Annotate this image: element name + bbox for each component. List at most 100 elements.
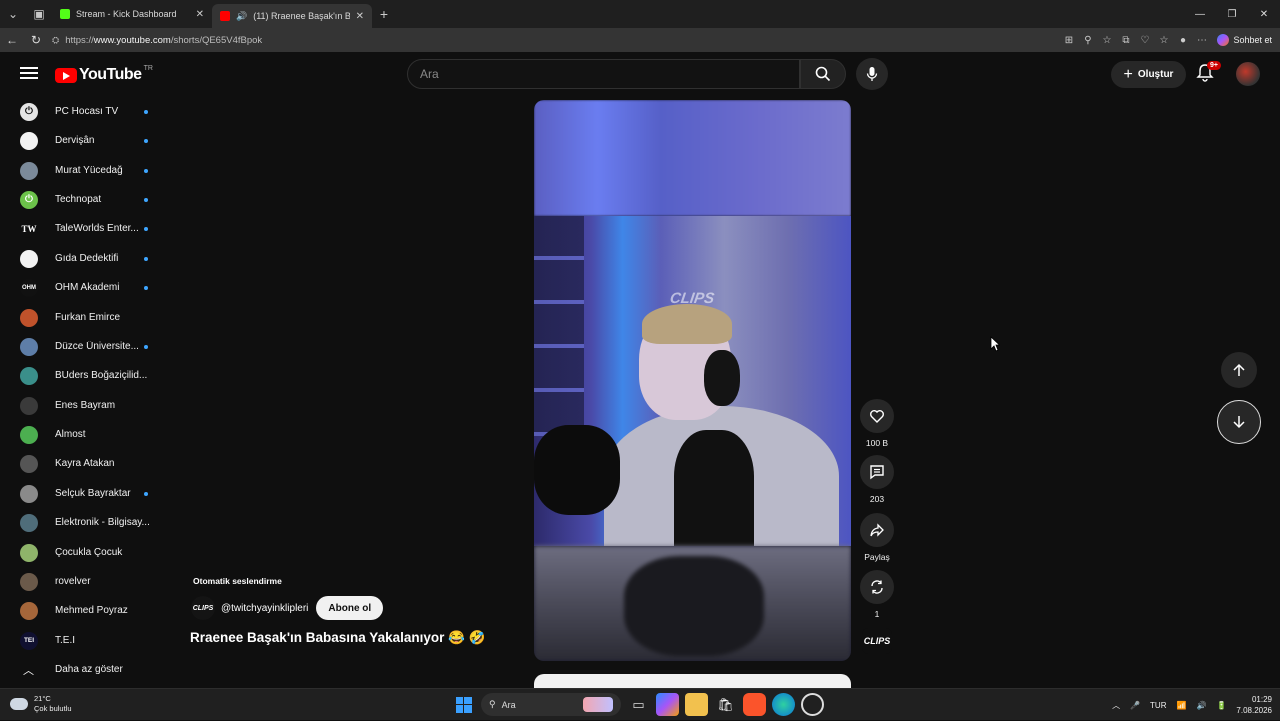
notifications-button[interactable]: 9+ [1195,61,1221,85]
remix-button[interactable] [860,570,894,604]
sidebar-item-label: Murat Yücedağ [55,165,123,176]
minimize-icon[interactable]: — [1184,0,1216,28]
share-button[interactable] [860,513,894,547]
zoom-icon[interactable]: ⚲ [1078,35,1097,46]
subscribe-button[interactable]: Abone ol [316,596,384,620]
show-less-button[interactable]: ︿ Daha az göster [0,655,160,684]
create-button[interactable]: + Oluştur [1111,61,1186,88]
sidebar-item[interactable]: TEI T.E.I [0,626,160,655]
search-input[interactable]: Ara [407,59,800,89]
sidebar-item[interactable]: Almost [0,420,160,449]
voice-search-button[interactable] [856,58,888,90]
copilot-label: Sohbet et [1233,35,1272,45]
volume-icon[interactable]: 🔊 [1196,701,1206,710]
youtube-logo[interactable]: YouTube TR [55,65,153,84]
like-count: 100 B [865,438,889,448]
show-hidden-icons-icon[interactable]: ︿ [1112,700,1120,711]
tab-label: (11) Rraenee Başak'ın Babası... [253,11,350,21]
tab-youtube-short[interactable]: 🔊 (11) Rraenee Başak'ın Babası... ✕ [212,4,372,28]
microsoft-store-icon[interactable]: 🛍 [714,693,737,716]
close-tab-icon[interactable]: ✕ [196,9,204,20]
copilot-chat-button[interactable]: Sohbet et [1217,34,1272,46]
close-window-icon[interactable]: ✕ [1248,0,1280,28]
speaker-icon[interactable]: 🔊 [236,11,247,22]
next-short-preview[interactable] [534,674,851,688]
tab-list-chevron-icon[interactable]: ⌄ [0,0,26,28]
sidebar-item[interactable]: OHM OHM Akademi [0,273,160,302]
sidebar-item[interactable]: Gıda Dedektifi [0,244,160,273]
channel-handle[interactable]: @twitchyayinklipleri [221,603,308,614]
extensions-icon[interactable]: ⧉ [1116,35,1135,46]
restore-icon[interactable]: ❐ [1216,0,1248,28]
sidebar-item[interactable]: Selçuk Bayraktar [0,479,160,508]
clock[interactable]: 01:29 7.08.2026 [1236,694,1272,716]
share-label: Paylaş [864,552,890,562]
taskbar-search[interactable]: ⚲ Ara [481,693,621,716]
short-title[interactable]: Rraenee Başak'ın Babasına Yakalanıyor 😂 … [190,630,485,646]
favorite-star-icon[interactable]: ☆ [1097,35,1116,46]
share-action: Paylaş [860,513,894,562]
sidebar-item[interactable]: Kayra Atakan [0,449,160,478]
tab-kick-dashboard[interactable]: Stream - Kick Dashboard ✕ [52,0,212,28]
back-icon[interactable]: ← [0,33,24,47]
sidebar-item[interactable]: Furkan Emirce [0,303,160,332]
sidebar-item-label: OHM Akademi [55,282,120,293]
short-video-player[interactable]: CLIPS [534,100,851,661]
workspaces-icon[interactable]: ▣ [26,0,52,28]
sound-avatar[interactable]: CLIPS [862,628,892,654]
sidebar-item[interactable]: BUders Boğaziçilid... [0,361,160,390]
weather-widget[interactable]: 21°C Çok bulutlu [10,694,72,714]
date: 7.08.2026 [1236,706,1272,715]
more-options-icon[interactable]: ⋯ [1192,35,1211,46]
sidebar-item[interactable]: Düzce Üniversite... [0,332,160,361]
sidebar-item[interactable]: Elektronik - Bilgisay... [0,508,160,537]
refresh-icon[interactable]: ↻ [24,33,48,47]
battery-icon[interactable]: 🔋 [1216,701,1226,710]
show-less-label: Daha az göster [55,664,123,675]
sidebar-item[interactable]: Mehmed Poyraz [0,596,160,625]
microphone-tray-icon[interactable]: 🎤 [1130,701,1140,710]
input-language[interactable]: TUR [1150,701,1166,710]
sidebar-item[interactable]: Çocukla Çocuk [0,538,160,567]
like-button[interactable] [860,399,894,433]
sidebar-item[interactable]: ⏻ PC Hocası TV [0,97,160,126]
video-watermark: CLIPS [668,290,716,307]
sidebar-item[interactable]: Dervişân [0,126,160,155]
task-view-icon[interactable]: ▭ [627,693,650,716]
favorites-icon[interactable]: ☆ [1154,35,1173,46]
chrome-like-app-icon[interactable] [801,693,824,716]
search-icon [815,66,831,82]
new-tab-icon[interactable]: + [372,6,396,22]
browser-essentials-icon[interactable]: ♡ [1135,35,1154,46]
browser-tab-bar: ⌄ ▣ Stream - Kick Dashboard ✕ 🔊 (11) Rra… [0,0,1280,28]
profile-icon[interactable]: ● [1173,35,1192,46]
sidebar-item[interactable]: TW TaleWorlds Enter... [0,214,160,243]
site-info-icon[interactable]: ⛭ [52,35,59,46]
cloud-icon [10,698,28,710]
sidebar-item[interactable]: ⏻ Technopat [0,185,160,214]
auto-dub-label: Otomatik seslendirme [193,576,282,586]
sidebar-item-label: rovelver [55,576,91,587]
close-tab-icon[interactable]: ✕ [356,11,364,22]
copilot-app-icon[interactable] [656,693,679,716]
account-avatar[interactable] [1236,62,1260,86]
app-available-icon[interactable]: ⊞ [1059,35,1078,46]
start-button[interactable] [452,693,475,716]
sidebar-item[interactable]: Murat Yücedağ [0,156,160,185]
brave-browser-icon[interactable] [743,693,766,716]
sidebar-item[interactable]: Enes Bayram [0,391,160,420]
hamburger-menu-icon[interactable] [18,64,40,84]
next-short-button[interactable] [1217,400,1261,444]
channel-avatar[interactable]: CLIPS [191,596,215,620]
edge-browser-icon[interactable] [772,693,795,716]
file-explorer-icon[interactable] [685,693,708,716]
previous-short-button[interactable] [1221,352,1257,388]
streamer-figure [604,304,839,546]
channel-avatar [20,484,38,503]
sidebar-item-label: Düzce Üniversite... [55,341,139,352]
comment-button[interactable] [860,455,894,489]
sidebar-item[interactable]: rovelver [0,567,160,596]
search-button[interactable] [800,59,846,89]
wifi-icon[interactable]: 📶 [1177,701,1187,710]
url-field[interactable]: ⛭ https://www.youtube.com/shorts/QE65V4f… [52,30,1059,50]
